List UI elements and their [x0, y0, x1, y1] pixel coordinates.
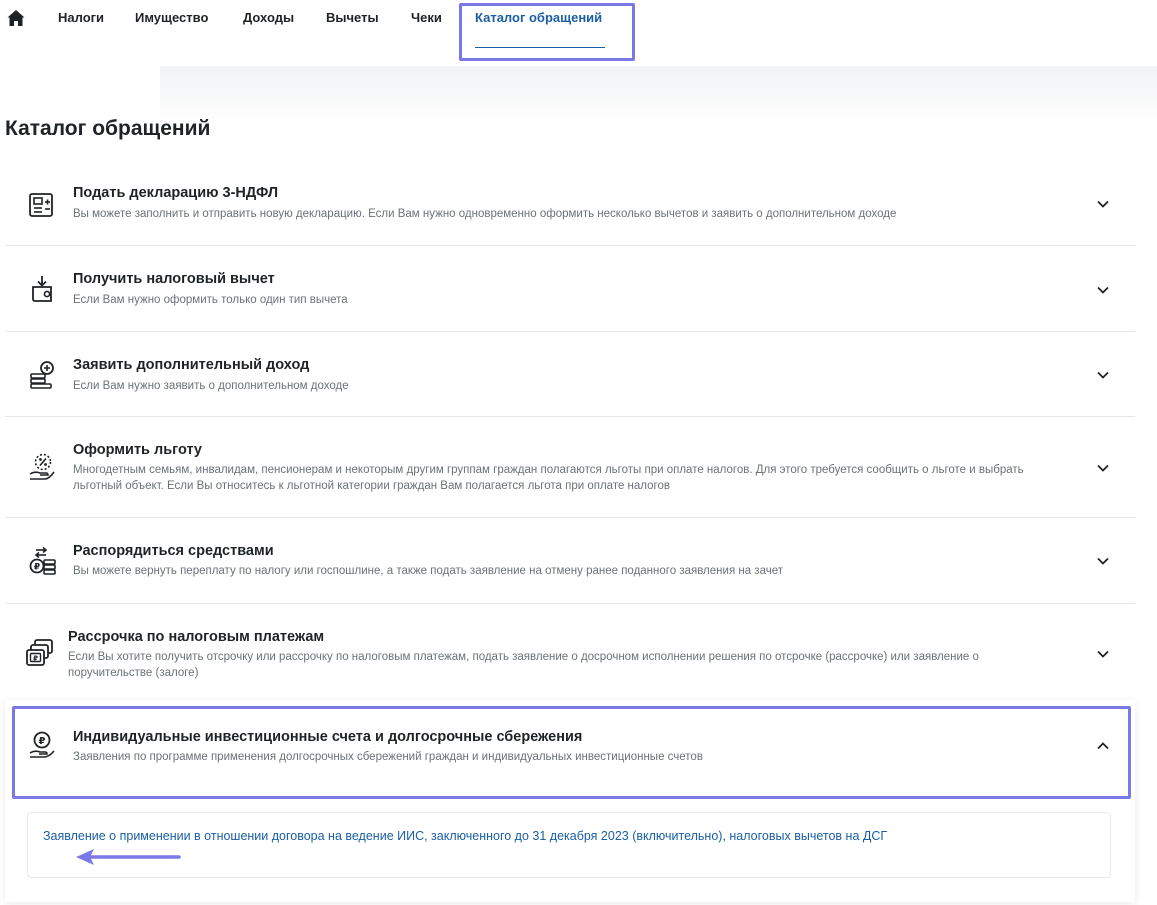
- payment-cards-icon: ₽: [26, 639, 53, 666]
- percent-hand-icon: [29, 453, 55, 480]
- item-description: Вы можете заполнить и отправить новую де…: [73, 208, 897, 220]
- top-navigation: Налоги Имущество Доходы Вычеты Чеки Ката…: [0, 0, 1157, 66]
- chevron-down-icon[interactable]: [1093, 644, 1113, 664]
- nav-shadow: [160, 66, 1157, 126]
- catalog-item-tax-deduction[interactable]: Получить налоговый вычет Если Вам нужно …: [5, 246, 1135, 331]
- home-icon[interactable]: [6, 8, 26, 28]
- sub-item-link-iis-application[interactable]: Заявление о применении в отношении догов…: [43, 827, 963, 845]
- item-title: Заявить дополнительный доход: [73, 357, 310, 373]
- svg-text:₽: ₽: [33, 654, 38, 662]
- wallet-download-icon: [32, 276, 52, 302]
- arrow-left-annotation-icon: [76, 849, 181, 865]
- expanded-highlight-frame: [12, 706, 1131, 799]
- exchange-coins-icon: ₽: [29, 546, 56, 575]
- item-description: Если Вам нужно заявить о дополнительном …: [73, 380, 349, 392]
- chevron-down-icon[interactable]: [1093, 194, 1113, 214]
- item-description: Если Вы хотите получить отсрочку или рас…: [68, 651, 979, 679]
- page-title: Каталог обращений: [5, 117, 211, 140]
- svg-text:₽: ₽: [34, 563, 40, 573]
- catalog-item-additional-income[interactable]: Заявить дополнительный доход Если Вам ну…: [5, 332, 1135, 416]
- nav-item-deductions[interactable]: Вычеты: [326, 10, 379, 25]
- nav-highlight-frame: [459, 3, 635, 61]
- catalog-item-benefit[interactable]: Оформить льготу Многодетным семьям, инва…: [5, 417, 1135, 517]
- nav-item-taxes[interactable]: Налоги: [58, 10, 104, 25]
- catalog-item-declaration[interactable]: Подать декларацию 3-НДФЛ Вы можете запол…: [5, 160, 1135, 245]
- item-title: Распорядиться средствами: [73, 543, 274, 559]
- chevron-down-icon[interactable]: [1093, 365, 1113, 385]
- catalog-item-installment[interactable]: ₽ Рассрочка по налоговым платежам Если В…: [5, 604, 1135, 700]
- item-description: Если Вам нужно оформить только один тип …: [73, 294, 348, 306]
- chevron-down-icon[interactable]: [1093, 551, 1113, 571]
- item-description: Вы можете вернуть переплату по налогу ил…: [73, 565, 783, 577]
- item-title: Оформить льготу: [73, 442, 202, 458]
- chevron-down-icon[interactable]: [1093, 458, 1113, 478]
- sub-item-card: [27, 812, 1111, 878]
- catalog-item-manage-funds[interactable]: ₽ Распорядиться средствами Вы можете вер…: [5, 518, 1135, 603]
- coins-plus-icon: [30, 361, 54, 389]
- nav-item-receipts[interactable]: Чеки: [411, 10, 442, 25]
- item-title: Получить налоговый вычет: [73, 271, 275, 287]
- item-description: Многодетным семьям, инвалидам, пенсионер…: [73, 464, 1024, 492]
- item-title: Рассрочка по налоговым платежам: [68, 629, 325, 645]
- chevron-down-icon[interactable]: [1093, 280, 1113, 300]
- declaration-icon: [29, 193, 53, 217]
- nav-item-income[interactable]: Доходы: [243, 10, 294, 25]
- item-title: Подать декларацию 3-НДФЛ: [73, 185, 279, 201]
- nav-item-property[interactable]: Имущество: [135, 10, 208, 25]
